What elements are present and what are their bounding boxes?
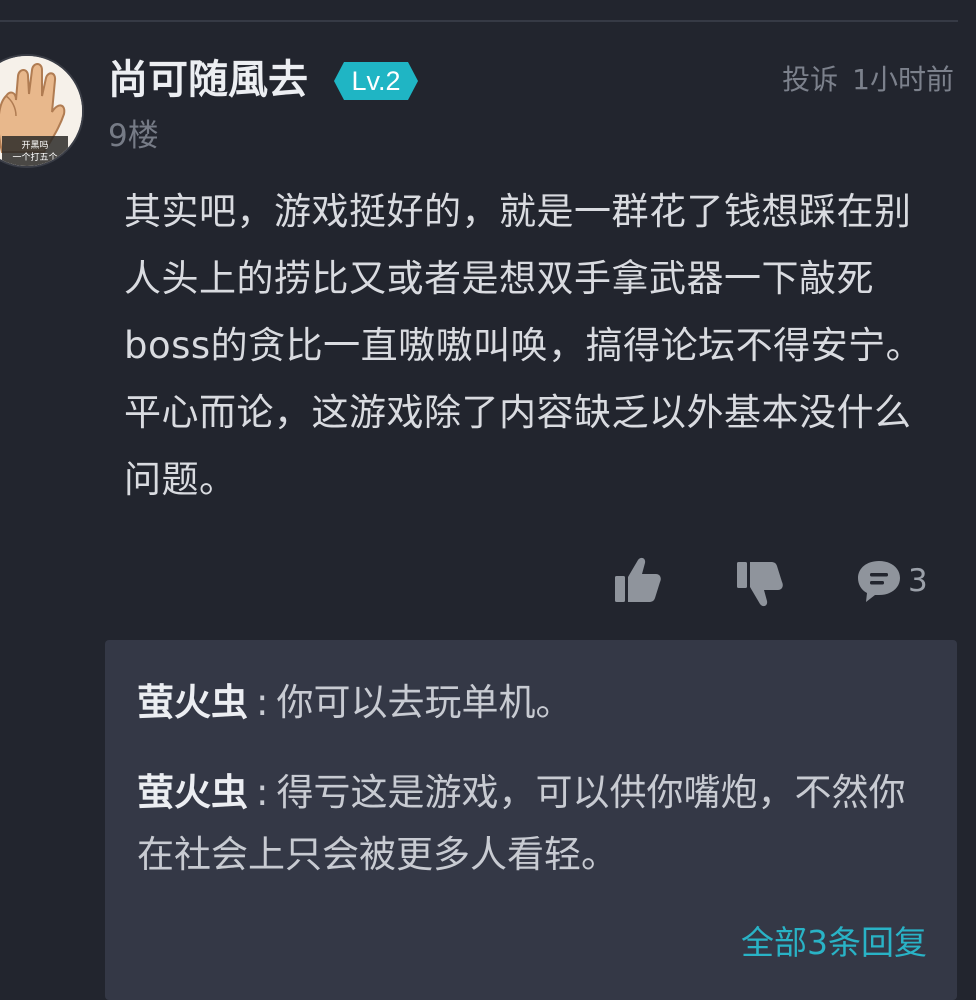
report-link[interactable]: 投诉 — [782, 63, 838, 96]
level-text: Lv.2 — [351, 66, 401, 96]
reply-item[interactable]: 萤火虫: 你可以去玩单机。 — [137, 672, 933, 734]
top-divider — [0, 20, 958, 22]
thumbs-up-icon — [615, 557, 661, 602]
reply-count: 3 — [908, 563, 928, 599]
avatar-caption-line2: 一个打五个 — [12, 151, 57, 163]
reply-author[interactable]: 萤火虫 — [137, 681, 248, 724]
thumbs-down-icon — [737, 562, 783, 607]
username[interactable]: 尚可随風去 — [108, 52, 308, 108]
comment-bubble-icon — [858, 561, 900, 602]
like-button[interactable] — [612, 556, 662, 608]
level-badge: Lv.2 — [332, 60, 420, 102]
action-bar: 3 — [0, 552, 976, 612]
post-time: 1小时前 — [852, 63, 954, 96]
reply-separator: : — [256, 681, 269, 724]
comment-content: 其实吧，游戏挺好的，就是一群花了钱想踩在别人头上的捞比又或者是想双手拿武器一下敲… — [124, 190, 924, 501]
post-meta: 投诉 1小时前 — [782, 58, 954, 102]
view-all-replies-link[interactable]: 全部3条回复 — [741, 918, 927, 968]
reply-separator: : — [256, 771, 269, 814]
reply-author[interactable]: 萤火虫 — [137, 771, 248, 814]
reply-button[interactable]: 3 — [856, 558, 928, 604]
replies-panel: 萤火虫: 你可以去玩单机。 萤火虫: 得亏这是游戏，可以供你嘴炮，不然你在社会上只会… — [105, 640, 957, 1000]
reply-item[interactable]: 萤火虫: 得亏这是游戏，可以供你嘴炮，不然你在社会上只会被更多人看轻。 — [137, 762, 933, 886]
reply-text: 得亏这是游戏，可以供你嘴炮，不然你在社会上只会被更多人看轻。 — [137, 771, 906, 876]
floor-number: 9楼 — [108, 118, 159, 154]
avatar-caption-line1: 开黑吗 — [21, 140, 48, 151]
dislike-button[interactable] — [734, 560, 784, 612]
reply-text: 你可以去玩单机。 — [276, 681, 573, 724]
avatar[interactable]: 开黑吗 一个打五个 — [0, 54, 84, 168]
